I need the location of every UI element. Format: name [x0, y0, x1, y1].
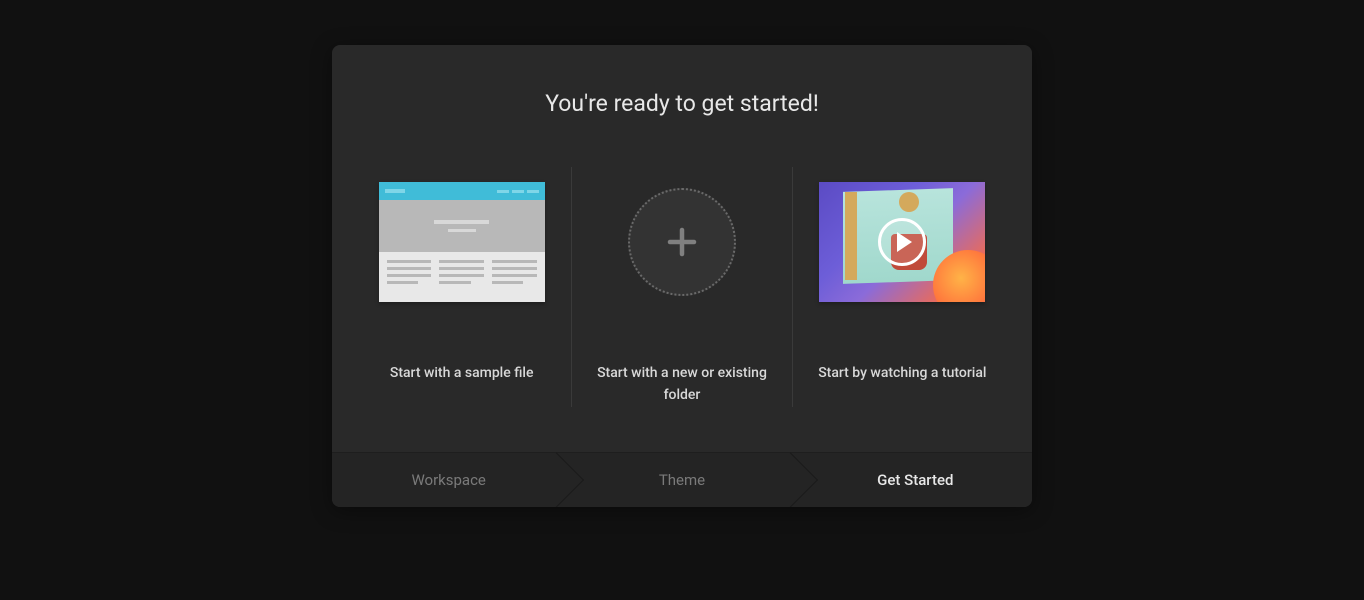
- step-label: Get Started: [877, 471, 953, 489]
- option-label: Start with a sample file: [390, 362, 534, 384]
- dialog-title: You're ready to get started!: [352, 90, 1012, 117]
- option-sample-file[interactable]: Start with a sample file: [352, 167, 572, 407]
- option-label: Start by watching a tutorial: [818, 362, 986, 384]
- dialog-header: You're ready to get started!: [332, 45, 1032, 167]
- video-tutorial-graphic: [817, 167, 987, 317]
- stepper-nav: Workspace Theme Get Started: [332, 452, 1032, 507]
- step-workspace[interactable]: Workspace: [332, 453, 565, 507]
- onboarding-dialog: You're ready to get started!: [332, 45, 1032, 507]
- option-new-folder[interactable]: Start with a new or existing folder: [572, 167, 792, 407]
- option-tutorial[interactable]: Start by watching a tutorial: [793, 167, 1012, 407]
- option-label: Start with a new or existing folder: [587, 362, 776, 407]
- plus-icon: [628, 188, 736, 296]
- step-label: Theme: [659, 471, 705, 489]
- step-label: Workspace: [411, 471, 485, 489]
- play-icon: [878, 218, 926, 266]
- options-row: Start with a sample file Start with a ne…: [332, 167, 1032, 452]
- plus-circle-graphic: [597, 167, 767, 317]
- sample-file-graphic: [377, 167, 547, 317]
- step-theme[interactable]: Theme: [565, 453, 798, 507]
- step-get-started[interactable]: Get Started: [799, 453, 1032, 507]
